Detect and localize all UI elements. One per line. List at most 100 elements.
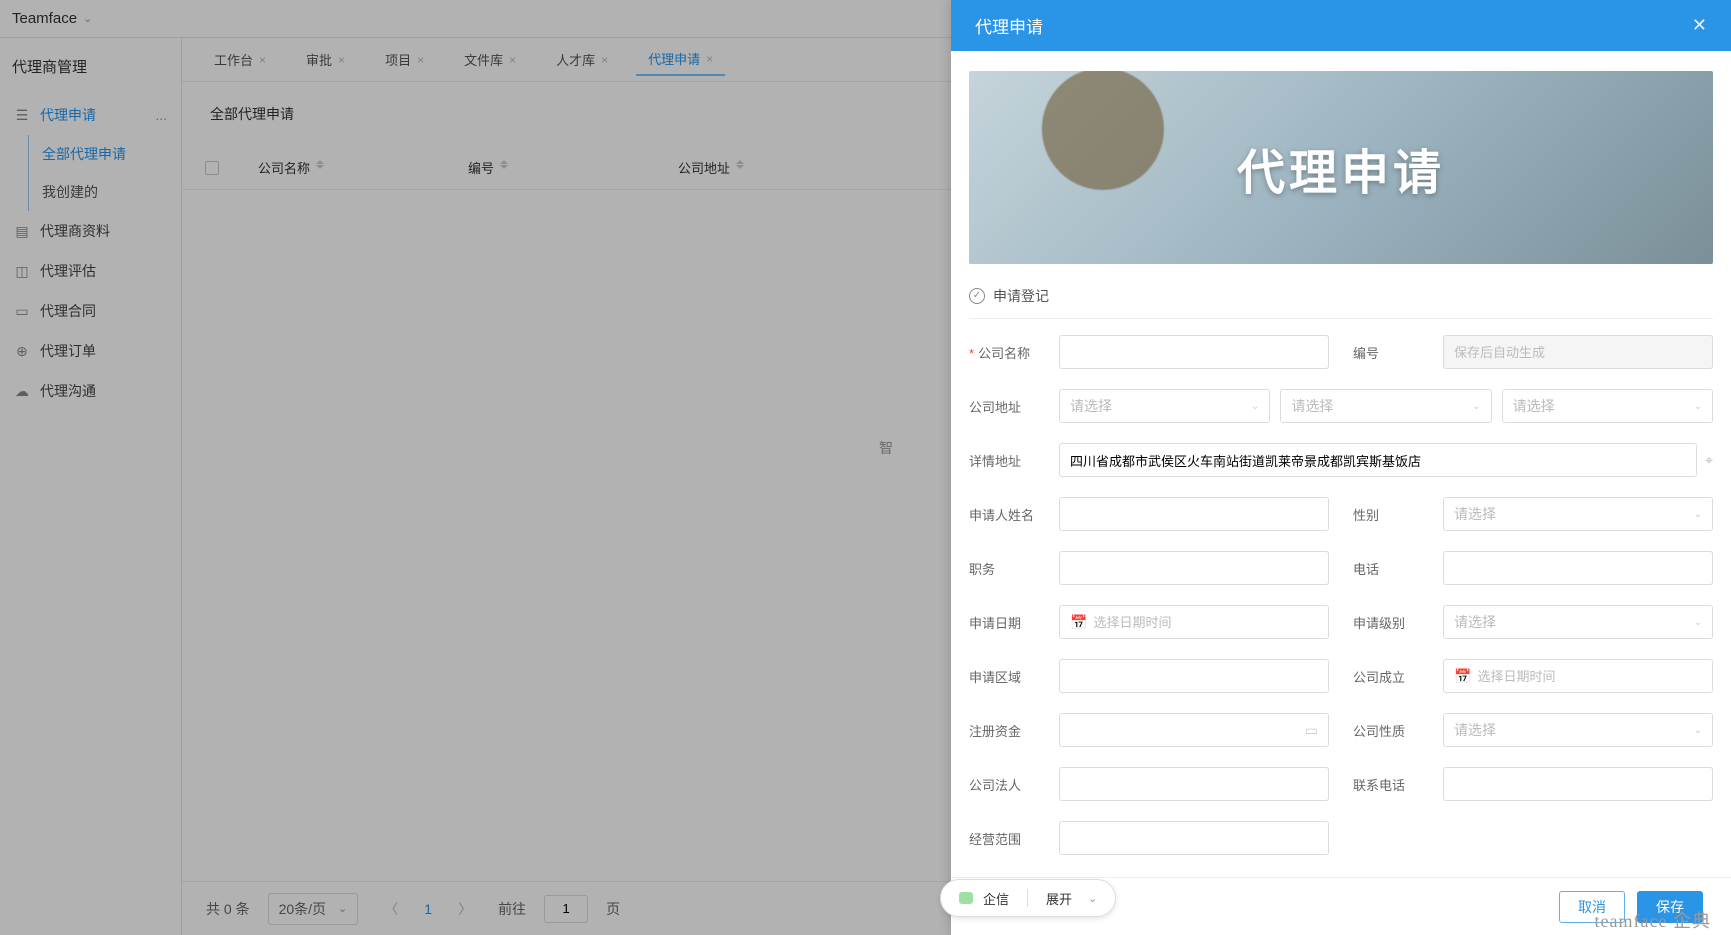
tab-project[interactable]: 项目× <box>373 44 436 75</box>
label-detail-address: 详情地址 <box>969 451 1059 470</box>
select-gender[interactable]: 请选择 ⌄ <box>1443 497 1713 531</box>
next-page[interactable]: 〉 <box>450 899 480 919</box>
jump-input[interactable] <box>544 895 588 923</box>
divider <box>1027 889 1028 907</box>
tab-workbench[interactable]: 工作台 × <box>202 44 278 75</box>
label-reg-capital: 注册资金 <box>969 721 1059 740</box>
cart-icon: ⊕ <box>14 343 30 359</box>
sidebar-title: 代理商管理 <box>0 38 181 95</box>
select-province[interactable]: 请选择⌄ <box>1059 389 1270 423</box>
field-apply-date: 申请日期 📅 <box>969 605 1329 639</box>
th-label: 公司地址 <box>678 158 730 177</box>
field-founded: 公司成立 📅 <box>1353 659 1713 693</box>
chat-bubble-icon <box>959 892 973 904</box>
sort-icon[interactable] <box>736 160 746 176</box>
chevron-down-icon: ⌄ <box>1694 509 1702 520</box>
sidebar-item-agent-info[interactable]: ▤ 代理商资料 <box>0 211 181 251</box>
tab-agent-apply[interactable]: 代理申请× <box>636 43 725 76</box>
sidebar-label: 代理商资料 <box>40 221 110 241</box>
input-scope[interactable] <box>1059 821 1329 855</box>
sidebar-item-agent-apply[interactable]: ☰ 代理申请 ... <box>0 95 181 135</box>
close-icon[interactable]: × <box>338 53 345 67</box>
chat-label: 企信 <box>983 889 1009 908</box>
th-address[interactable]: 公司地址 <box>662 158 872 177</box>
label-legal: 公司法人 <box>969 775 1059 794</box>
input-job[interactable] <box>1059 551 1329 585</box>
sort-icon[interactable] <box>500 160 510 176</box>
input-legal[interactable] <box>1059 767 1329 801</box>
th-checkbox[interactable] <box>182 161 242 175</box>
tab-talent[interactable]: 人才库× <box>544 44 620 75</box>
calendar-icon: 📅 <box>1454 668 1471 685</box>
field-applicant: 申请人姓名 <box>969 497 1329 531</box>
panel-hero: 代理申请 <box>969 71 1713 264</box>
panel-header: 代理申请 ✕ <box>951 0 1731 51</box>
prev-page[interactable]: 〈 <box>376 899 406 919</box>
empty-state: 智 <box>879 438 893 458</box>
input-code <box>1443 335 1713 369</box>
input-applicant[interactable] <box>1059 497 1329 531</box>
chat-expand[interactable]: 展开 <box>1046 889 1072 908</box>
label-phone: 电话 <box>1353 559 1443 578</box>
input-detail-address[interactable] <box>1059 443 1697 477</box>
select-city[interactable]: 请选择⌄ <box>1280 389 1491 423</box>
input-apply-date[interactable]: 📅 <box>1059 605 1329 639</box>
sidebar-item-agent-order[interactable]: ⊕代理订单 <box>0 331 181 371</box>
close-icon[interactable]: × <box>509 53 516 67</box>
calendar-icon: 📅 <box>1070 614 1087 631</box>
select-nature[interactable]: 请选择⌄ <box>1443 713 1713 747</box>
placeholder: 请选择 <box>1454 504 1496 524</box>
sidebar-sub-all[interactable]: 全部代理申请 <box>0 135 181 173</box>
chevron-down-icon: ⌄ <box>1694 401 1702 412</box>
sidebar-item-agent-contract[interactable]: ▭代理合同 <box>0 291 181 331</box>
field-scope: 经营范围 <box>969 821 1329 855</box>
close-icon[interactable]: × <box>259 53 266 67</box>
sidebar-item-agent-comm[interactable]: ☁代理沟通 <box>0 371 181 411</box>
field-code: 编号 <box>1353 335 1713 369</box>
jump-label: 前往 <box>498 899 526 919</box>
chevron-down-icon: ⌄ <box>1088 892 1097 905</box>
chevron-down-icon[interactable]: ⌄ <box>83 12 92 25</box>
field-nature: 公司性质 请选择⌄ <box>1353 713 1713 747</box>
th-company[interactable]: 公司名称 <box>242 158 452 177</box>
input-apply-area[interactable] <box>1059 659 1329 693</box>
location-icon[interactable]: ⌖ <box>1705 452 1713 469</box>
select-apply-level[interactable]: 请选择⌄ <box>1443 605 1713 639</box>
label-job: 职务 <box>969 559 1059 578</box>
input-company[interactable] <box>1059 335 1329 369</box>
document-icon: ☰ <box>14 107 30 123</box>
page-size-select[interactable]: 20条/页⌄ <box>268 893 359 925</box>
label-contact-phone: 联系电话 <box>1353 775 1443 794</box>
input-reg-capital[interactable]: ▭ <box>1059 713 1329 747</box>
placeholder: 请选择 <box>1070 396 1112 416</box>
more-dots-icon[interactable]: ... <box>155 107 167 123</box>
select-district[interactable]: 请选择⌄ <box>1502 389 1713 423</box>
close-icon[interactable]: ✕ <box>1692 15 1707 36</box>
input-phone[interactable] <box>1443 551 1713 585</box>
app-name[interactable]: Teamface <box>12 10 77 27</box>
label-apply-date: 申请日期 <box>969 613 1059 632</box>
tab-approval[interactable]: 审批× <box>294 44 357 75</box>
sidebar: 代理商管理 ☰ 代理申请 ... 全部代理申请 我创建的 ▤ 代理商资料 ◫代理评… <box>0 38 182 935</box>
input-contact-phone[interactable] <box>1443 767 1713 801</box>
sidebar-sub-mine[interactable]: 我创建的 <box>0 173 181 211</box>
contract-icon: ▭ <box>14 303 30 319</box>
close-icon[interactable]: × <box>706 52 713 66</box>
close-icon[interactable]: × <box>601 53 608 67</box>
chevron-down-icon: ⌄ <box>1694 617 1702 628</box>
file-icon: ▤ <box>14 223 30 239</box>
page-current[interactable]: 1 <box>424 901 432 917</box>
field-apply-level: 申请级别 请选择⌄ <box>1353 605 1713 639</box>
close-icon[interactable]: × <box>417 53 424 67</box>
input-founded[interactable]: 📅 <box>1443 659 1713 693</box>
th-code[interactable]: 编号 <box>452 158 662 177</box>
label-address: 公司地址 <box>969 397 1059 416</box>
chat-icon: ☁ <box>14 383 30 399</box>
tab-label: 工作台 <box>214 50 253 69</box>
sort-icon[interactable] <box>316 160 326 176</box>
sidebar-label: 代理申请 <box>40 105 96 125</box>
field-address: 公司地址 请选择⌄ 请选择⌄ 请选择⌄ <box>969 389 1713 423</box>
sidebar-item-agent-eval[interactable]: ◫代理评估 <box>0 251 181 291</box>
chat-widget[interactable]: 企信 展开 ⌄ <box>940 879 1116 917</box>
tab-files[interactable]: 文件库× <box>452 44 528 75</box>
